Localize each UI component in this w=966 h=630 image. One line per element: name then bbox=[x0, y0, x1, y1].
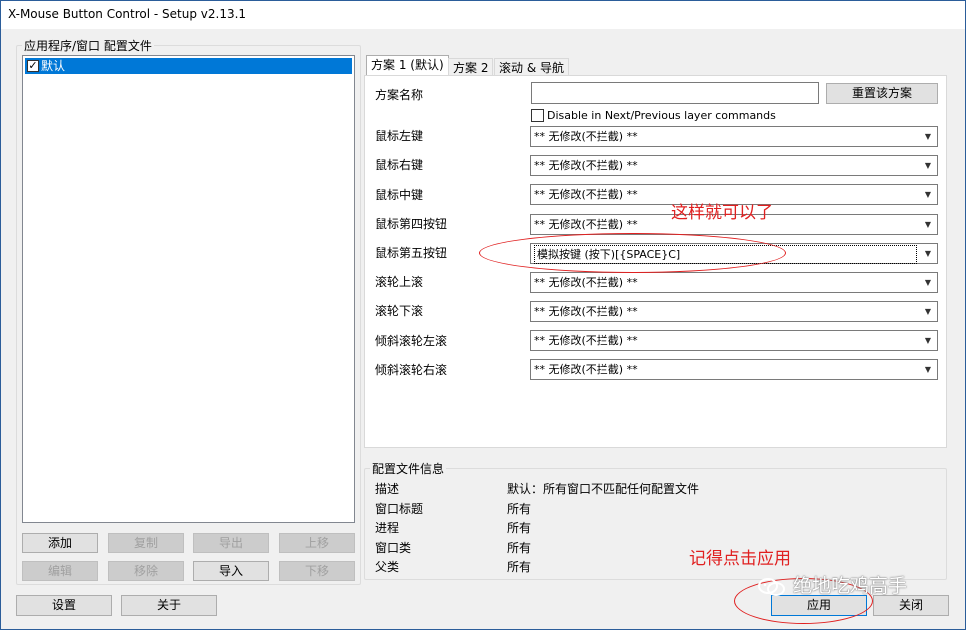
combo-tilt-right[interactable]: ** 无修改(不拦截) ** ▼ bbox=[530, 359, 938, 380]
annotation-good-enough: 这样就可以了 bbox=[671, 203, 773, 223]
combo-right-button[interactable]: ** 无修改(不拦截) ** ▼ bbox=[530, 155, 938, 176]
chevron-down-icon[interactable]: ▼ bbox=[921, 273, 935, 292]
tab-scheme-1[interactable]: 方案 1 (默认) bbox=[366, 55, 449, 77]
combo-wheel-down[interactable]: ** 无修改(不拦截) ** ▼ bbox=[530, 301, 938, 322]
combo-value: ** 无修改(不拦截) ** bbox=[534, 363, 638, 376]
info-value-window-class: 所有 bbox=[507, 541, 532, 555]
combo-value: ** 无修改(不拦截) ** bbox=[534, 334, 638, 347]
info-label-window-title: 窗口标题 bbox=[375, 502, 424, 516]
row-label-middle: 鼠标中键 bbox=[375, 188, 424, 202]
chevron-down-icon[interactable]: ▼ bbox=[921, 331, 935, 350]
profiles-list[interactable]: ✓ 默认 bbox=[22, 55, 355, 523]
combo-value: ** 无修改(不拦截) ** bbox=[534, 159, 638, 172]
row-label-xbutton2: 鼠标第五按钮 bbox=[375, 246, 448, 260]
profile-label: 默认 bbox=[41, 59, 66, 73]
about-button[interactable]: 关于 bbox=[121, 595, 217, 616]
row-label-wheel-down: 滚轮下滚 bbox=[375, 304, 424, 318]
profile-checkbox[interactable]: ✓ bbox=[27, 60, 39, 72]
disable-layer-label: Disable in Next/Previous layer commands bbox=[547, 109, 776, 122]
list-item[interactable]: ✓ 默认 bbox=[25, 58, 352, 74]
chevron-down-icon[interactable]: ▼ bbox=[921, 185, 935, 204]
chevron-down-icon[interactable]: ▼ bbox=[921, 156, 935, 175]
row-label-right: 鼠标右键 bbox=[375, 158, 424, 172]
row-label-tilt-left: 倾斜滚轮左滚 bbox=[375, 334, 448, 348]
combo-value: ** 无修改(不拦截) ** bbox=[534, 130, 638, 143]
info-value-parent-class: 所有 bbox=[507, 560, 532, 574]
combo-middle-button[interactable]: ** 无修改(不拦截) ** ▼ bbox=[530, 184, 938, 205]
annotation-remember-apply: 记得点击应用 bbox=[689, 549, 791, 569]
export-button[interactable]: 导出 bbox=[193, 533, 269, 553]
chevron-down-icon[interactable]: ▼ bbox=[921, 215, 935, 234]
info-value-process: 所有 bbox=[507, 521, 532, 535]
info-value-window-title: 所有 bbox=[507, 502, 532, 516]
row-label-left: 鼠标左键 bbox=[375, 129, 424, 143]
settings-button[interactable]: 设置 bbox=[16, 595, 112, 616]
combo-value: ** 无修改(不拦截) ** bbox=[534, 188, 638, 201]
info-label-description: 描述 bbox=[375, 482, 400, 496]
disable-layer-checkbox[interactable] bbox=[531, 109, 544, 122]
add-button[interactable]: 添加 bbox=[22, 533, 98, 553]
annotation-ellipse-xbutton2 bbox=[479, 233, 786, 273]
chevron-down-icon[interactable]: ▼ bbox=[921, 244, 935, 263]
window-title: X-Mouse Button Control - Setup v2.13.1 bbox=[8, 7, 247, 21]
profile-info-group-label: 配置文件信息 bbox=[370, 460, 447, 477]
combo-value: ** 无修改(不拦截) ** bbox=[534, 218, 638, 231]
info-value-description: 默认：所有窗口不匹配任何配置文件 bbox=[507, 482, 700, 496]
move-up-button[interactable]: 上移 bbox=[279, 533, 355, 553]
info-label-window-class: 窗口类 bbox=[375, 541, 412, 555]
title-bar: X-Mouse Button Control - Setup v2.13.1 bbox=[1, 1, 965, 29]
row-label-wheel-up: 滚轮上滚 bbox=[375, 275, 424, 289]
scheme-name-label: 方案名称 bbox=[375, 88, 424, 102]
combo-value: ** 无修改(不拦截) ** bbox=[534, 276, 638, 289]
move-down-button[interactable]: 下移 bbox=[279, 561, 355, 581]
reset-scheme-button[interactable]: 重置该方案 bbox=[826, 83, 938, 104]
info-label-process: 进程 bbox=[375, 521, 400, 535]
scheme-name-input[interactable] bbox=[531, 82, 819, 104]
copy-button[interactable]: 复制 bbox=[108, 533, 184, 553]
profiles-group-label: 应用程序/窗口 配置文件 bbox=[22, 37, 154, 54]
app-window: X-Mouse Button Control - Setup v2.13.1 应… bbox=[0, 0, 966, 630]
chevron-down-icon[interactable]: ▼ bbox=[921, 360, 935, 379]
combo-value: ** 无修改(不拦截) ** bbox=[534, 305, 638, 318]
import-button[interactable]: 导入 bbox=[193, 561, 269, 581]
row-label-xbutton1: 鼠标第四按钮 bbox=[375, 217, 448, 231]
row-label-tilt-right: 倾斜滚轮右滚 bbox=[375, 363, 448, 377]
combo-tilt-left[interactable]: ** 无修改(不拦截) ** ▼ bbox=[530, 330, 938, 351]
chevron-down-icon[interactable]: ▼ bbox=[921, 127, 935, 146]
watermark-text: 绝地吃鸡高手 bbox=[793, 575, 908, 597]
wechat-icon bbox=[758, 578, 785, 596]
remove-button[interactable]: 移除 bbox=[108, 561, 184, 581]
chevron-down-icon[interactable]: ▼ bbox=[921, 302, 935, 321]
combo-wheel-up[interactable]: ** 无修改(不拦截) ** ▼ bbox=[530, 272, 938, 293]
combo-left-button[interactable]: ** 无修改(不拦截) ** ▼ bbox=[530, 126, 938, 147]
edit-button[interactable]: 编辑 bbox=[22, 561, 98, 581]
info-label-parent-class: 父类 bbox=[375, 560, 400, 574]
